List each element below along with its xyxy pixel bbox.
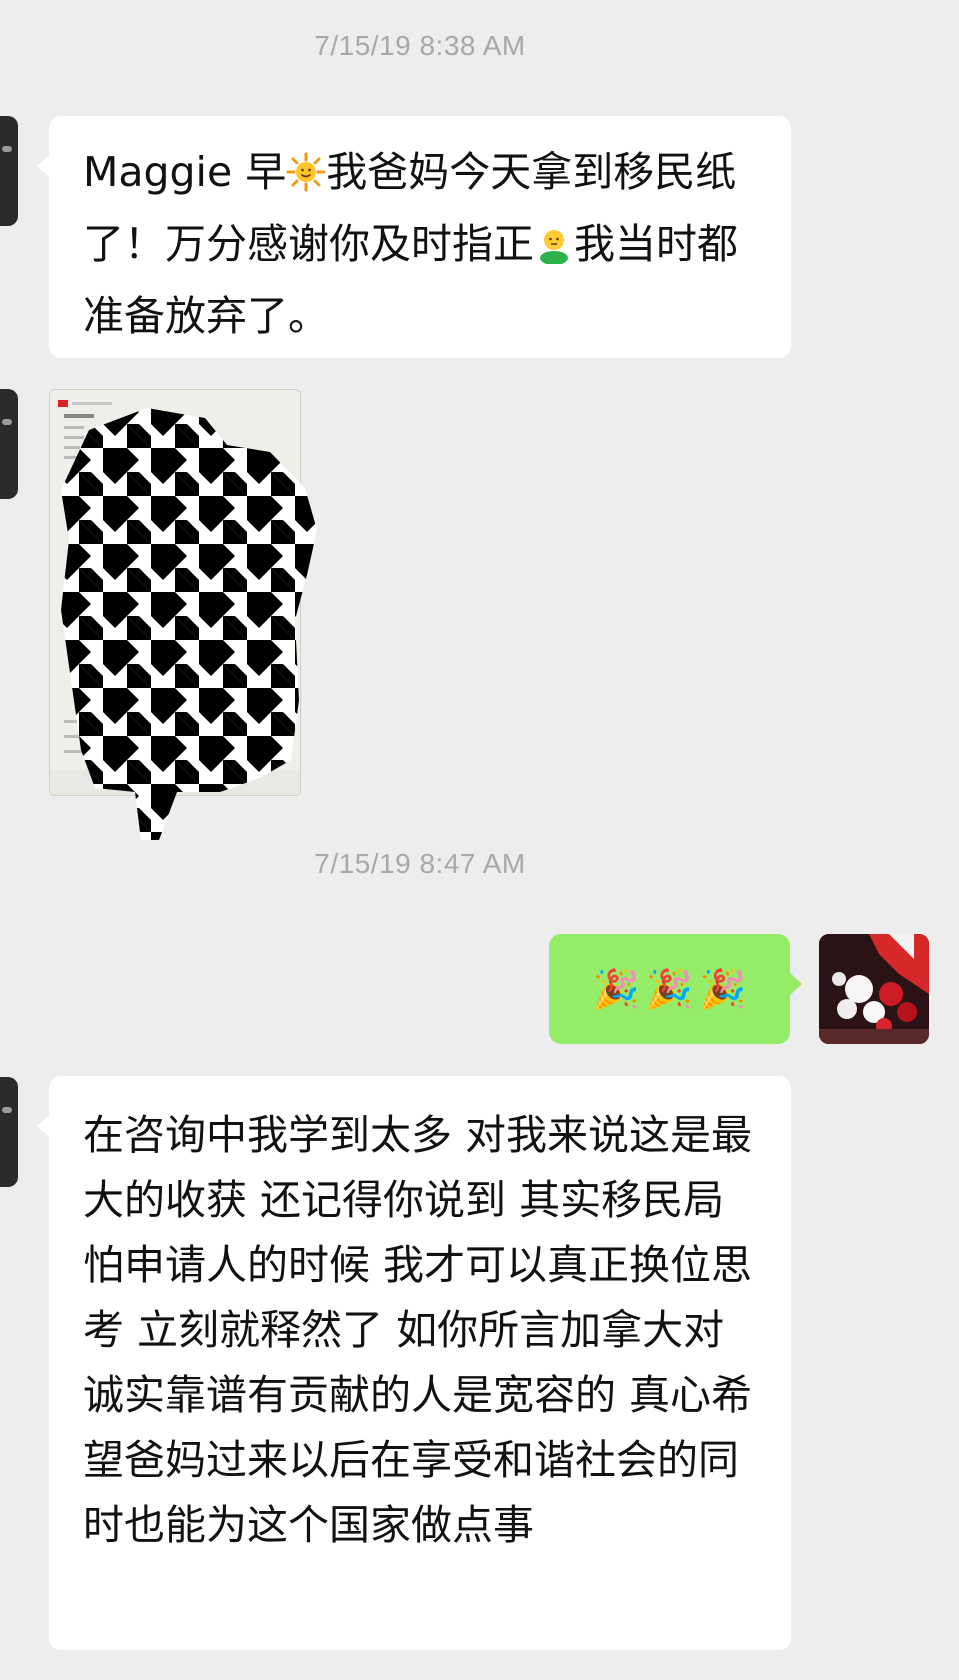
message-4-text: 在咨询中我学到太多 对我来说这是最大的收获 还记得你说到 其实移民局怕申请人的时…	[83, 1111, 753, 1549]
message-bubble-outgoing[interactable]: 🎉 🎉 🎉	[549, 934, 802, 1044]
contact-avatar[interactable]	[0, 1077, 18, 1187]
redaction-pattern	[61, 408, 317, 840]
message-1-text-a: Maggie 早	[83, 148, 287, 196]
contact-avatar[interactable]	[0, 389, 18, 499]
contact-avatar[interactable]	[0, 116, 18, 226]
timestamp-1: 7/15/19 8:38 AM	[314, 30, 526, 61]
message-bubble-1[interactable]: Maggie 早 我爸妈今天拿到移民纸了！万分感谢你及时指正 我当时都准备放弃了…	[37, 116, 791, 358]
timestamp-2: 7/15/19 8:47 AM	[314, 848, 526, 879]
person-emoji-icon	[534, 219, 574, 284]
my-avatar[interactable]	[819, 934, 929, 1044]
party-popper-icon: 🎉	[645, 966, 694, 1011]
message-bubble-4[interactable]: 在咨询中我学到太多 对我来说这是最大的收获 还记得你说到 其实移民局怕申请人的时…	[37, 1076, 791, 1650]
party-popper-icon: 🎉	[699, 966, 747, 1011]
sun-emoji-icon	[286, 147, 326, 212]
party-popper-icon: 🎉	[592, 966, 640, 1011]
